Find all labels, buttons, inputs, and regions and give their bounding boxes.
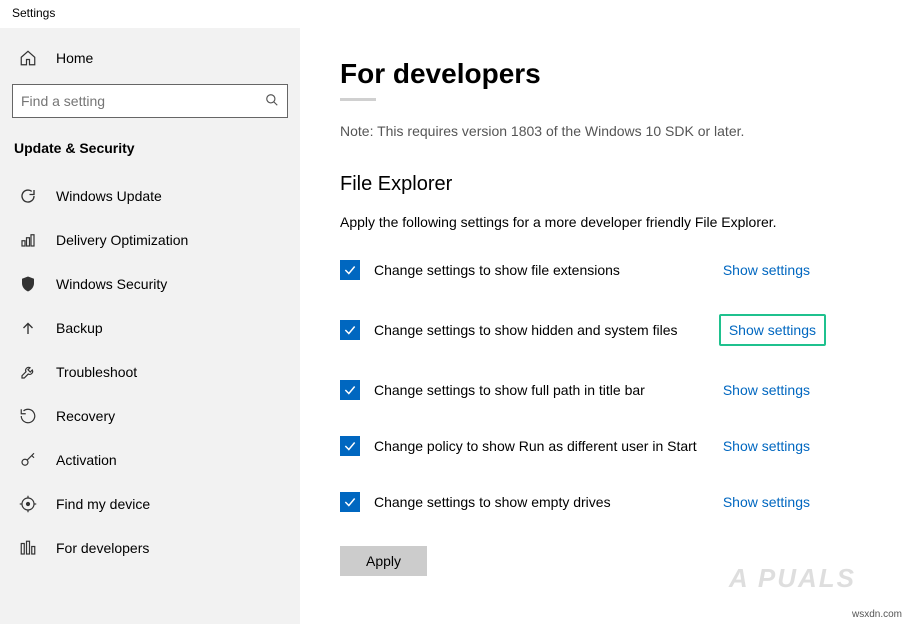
setting-label: Change settings to show file extensions (374, 262, 715, 278)
source-watermark: wsxdn.com (852, 609, 902, 620)
section-description: Apply the following settings for a more … (340, 214, 908, 230)
page-title: For developers (340, 58, 908, 90)
checkbox[interactable] (340, 260, 360, 280)
show-settings-link[interactable]: Show settings (715, 490, 818, 514)
sidebar-home-label: Home (56, 50, 93, 66)
shield-icon (18, 274, 38, 294)
sidebar-category: Update & Security (10, 130, 290, 174)
sidebar-item-find-my-device[interactable]: Find my device (10, 482, 290, 526)
sdk-note: Note: This requires version 1803 of the … (340, 123, 908, 139)
sidebar-item-backup[interactable]: Backup (10, 306, 290, 350)
sidebar-item-label: Windows Security (56, 276, 167, 292)
sidebar-home[interactable]: Home (10, 38, 290, 78)
location-icon (18, 494, 38, 514)
content-area: For developers Note: This requires versi… (300, 28, 908, 624)
setting-label: Change settings to show full path in tit… (374, 382, 715, 398)
brand-watermark: A PUALS (729, 563, 856, 594)
sidebar-item-label: Backup (56, 320, 103, 336)
setting-row-hidden-files: Change settings to show hidden and syste… (340, 314, 908, 346)
sync-icon (18, 186, 38, 206)
sidebar-item-label: Troubleshoot (56, 364, 137, 380)
show-settings-link[interactable]: Show settings (715, 258, 818, 282)
search-icon (265, 93, 279, 110)
sidebar-item-windows-security[interactable]: Windows Security (10, 262, 290, 306)
sidebar-item-label: Find my device (56, 496, 150, 512)
sidebar-item-label: Delivery Optimization (56, 232, 188, 248)
recovery-icon (18, 406, 38, 426)
checkbox[interactable] (340, 320, 360, 340)
nav-list: Windows Update Delivery Optimization Win… (10, 174, 290, 570)
show-settings-link[interactable]: Show settings (715, 434, 818, 458)
section-title-file-explorer: File Explorer (340, 173, 908, 196)
apply-button[interactable]: Apply (340, 546, 427, 576)
sidebar-item-recovery[interactable]: Recovery (10, 394, 290, 438)
key-icon (18, 450, 38, 470)
sidebar-item-windows-update[interactable]: Windows Update (10, 174, 290, 218)
setting-row-run-different-user: Change policy to show Run as different u… (340, 434, 908, 458)
setting-label: Change settings to show empty drives (374, 494, 715, 510)
sidebar: Home Update & Security Windows Update (0, 28, 300, 624)
show-settings-link[interactable]: Show settings (715, 378, 818, 402)
setting-row-file-extensions: Change settings to show file extensions … (340, 258, 908, 282)
setting-row-empty-drives: Change settings to show empty drives Sho… (340, 490, 908, 514)
title-underline (340, 98, 376, 101)
sidebar-item-for-developers[interactable]: For developers (10, 526, 290, 570)
search-input[interactable] (21, 93, 265, 109)
setting-row-full-path: Change settings to show full path in tit… (340, 378, 908, 402)
main-layout: Home Update & Security Windows Update (0, 28, 908, 624)
checkbox[interactable] (340, 380, 360, 400)
sidebar-item-troubleshoot[interactable]: Troubleshoot (10, 350, 290, 394)
search-box[interactable] (12, 84, 288, 118)
checkbox[interactable] (340, 492, 360, 512)
sidebar-item-label: Activation (56, 452, 117, 468)
optimization-icon (18, 230, 38, 250)
setting-label: Change policy to show Run as different u… (374, 438, 715, 454)
developer-icon (18, 538, 38, 558)
sidebar-item-label: Windows Update (56, 188, 162, 204)
sidebar-item-label: Recovery (56, 408, 115, 424)
show-settings-link-highlighted[interactable]: Show settings (719, 314, 826, 346)
sidebar-item-label: For developers (56, 540, 149, 556)
sidebar-item-activation[interactable]: Activation (10, 438, 290, 482)
home-icon (18, 48, 38, 68)
wrench-icon (18, 362, 38, 382)
window-title: Settings (0, 0, 908, 28)
backup-icon (18, 318, 38, 338)
checkbox[interactable] (340, 436, 360, 456)
sidebar-item-delivery-optimization[interactable]: Delivery Optimization (10, 218, 290, 262)
setting-label: Change settings to show hidden and syste… (374, 322, 719, 338)
